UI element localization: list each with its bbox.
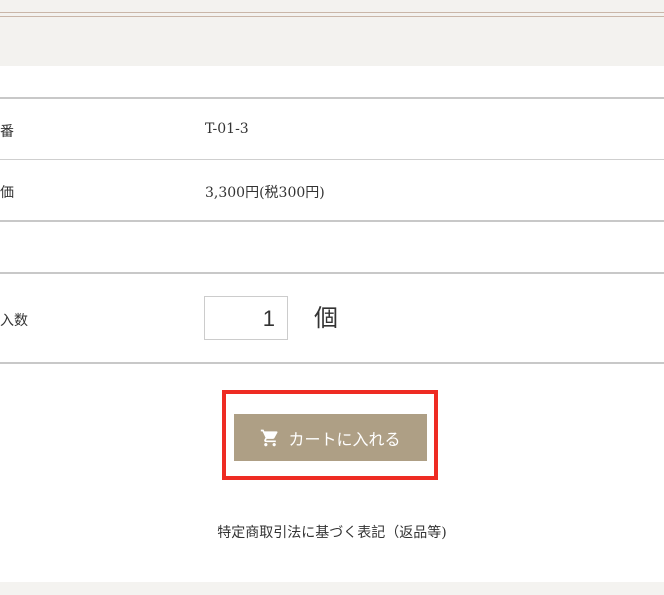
product-code-label: 番: [0, 124, 14, 140]
quantity-input[interactable]: 1: [204, 296, 288, 340]
quantity-top-divider: [0, 272, 664, 274]
quantity-bottom-divider: [0, 362, 664, 364]
price-label: 価: [0, 185, 14, 201]
add-to-cart-label: カートに入れる: [288, 429, 401, 449]
price-value: 3,300円(税300円): [205, 185, 325, 201]
top-band: [0, 0, 664, 66]
quantity-unit: 個: [314, 304, 338, 332]
decorative-line: [0, 16, 664, 17]
commercial-transactions-link[interactable]: 特定商取引法に基づく表記（返品等): [0, 522, 664, 542]
quantity-label: 入数: [0, 313, 28, 329]
add-to-cart-button[interactable]: カートに入れる: [234, 414, 427, 461]
row-divider: [0, 159, 664, 160]
product-code-value: T-01-3: [205, 121, 249, 137]
table-top-divider: [0, 97, 664, 99]
cart-icon: [260, 428, 280, 448]
decorative-line: [0, 12, 664, 13]
table-bottom-divider: [0, 220, 664, 222]
